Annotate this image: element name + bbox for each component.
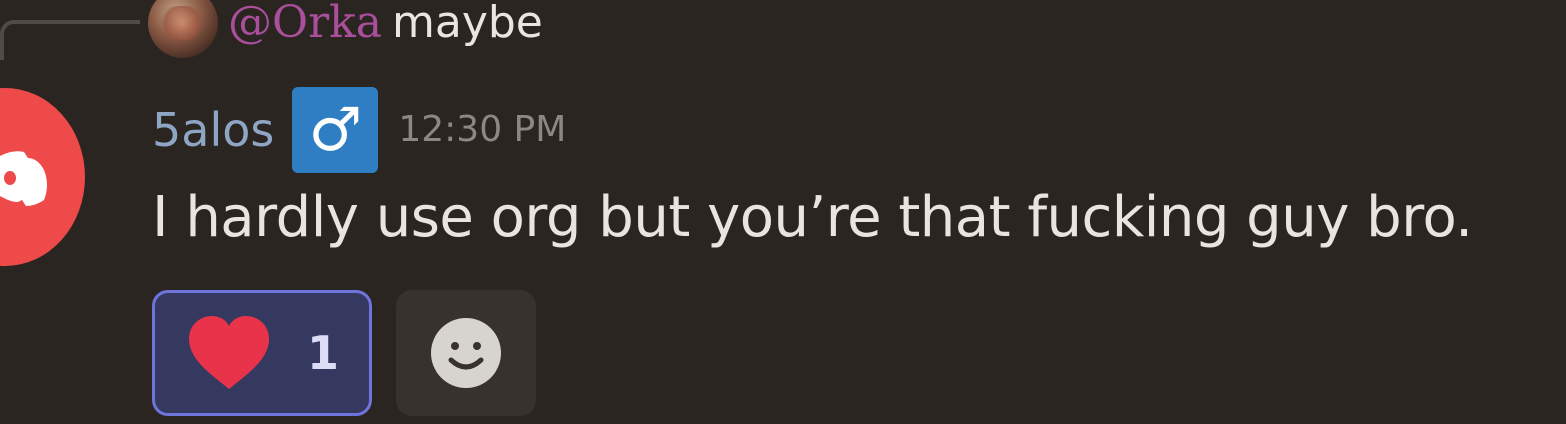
reply-text[interactable]: maybe: [392, 1, 543, 45]
message-content: I hardly use org but you’re that fucking…: [152, 185, 1473, 250]
male-sign-icon: ♂: [292, 87, 379, 173]
reply-preview[interactable]: @Orka maybe: [148, 0, 543, 60]
discord-logo-icon: [0, 151, 47, 206]
reply-connector-line: [0, 20, 140, 60]
username[interactable]: 5alos: [152, 107, 274, 153]
message-view: @Orka maybe 5alos ♂ 12:30 PM I hardly us…: [0, 0, 1566, 424]
smile-icon: [431, 318, 501, 388]
reaction-count: 1: [307, 326, 340, 380]
message-header: 5alos ♂ 12:30 PM: [152, 87, 566, 173]
reply-avatar[interactable]: [148, 0, 218, 58]
heart-icon: [189, 316, 269, 389]
add-reaction-button[interactable]: [396, 290, 536, 416]
reply-mention[interactable]: @Orka: [228, 1, 382, 45]
reaction-heart[interactable]: 1: [152, 290, 372, 416]
timestamp[interactable]: 12:30 PM: [398, 112, 566, 148]
